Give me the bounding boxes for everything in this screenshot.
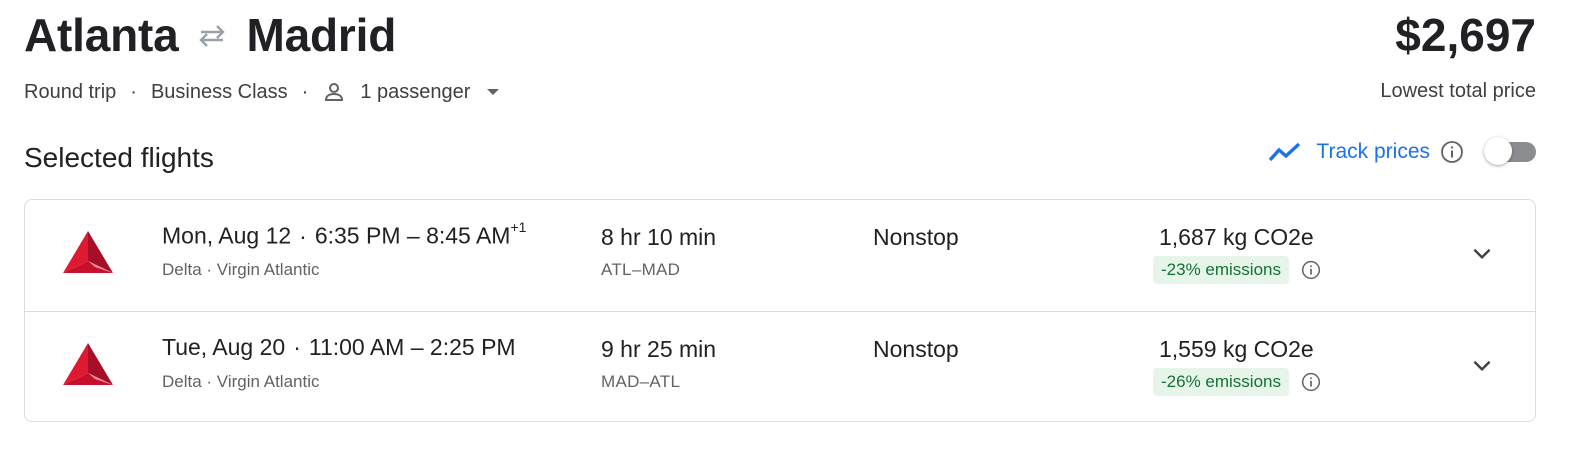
arrive-time: 8:45 AM [426,222,511,249]
time-dash: – [406,222,420,249]
flight-date: Mon, Aug 12 [162,222,292,249]
trending-up-icon [1268,141,1302,163]
flight-times: Tue, Aug 20 · 11:00 AM – 2:25 PM [162,334,516,361]
route-title: Atlanta Madrid [24,8,396,62]
flight-duration: 8 hr 10 min [601,224,717,250]
track-prices-label[interactable]: Track prices [1316,140,1430,164]
co2-emissions: 1,687 kg CO2e [1159,224,1314,250]
time-separator: · [293,334,301,360]
chevron-down-icon[interactable] [1469,240,1495,266]
emissions-info: -23% emissions [1153,256,1321,284]
passenger-count: 1 passenger [360,80,471,103]
airline-names: Delta · Virgin Atlantic [162,260,320,279]
co2-emissions: 1,559 kg CO2e [1159,336,1314,362]
track-prices-toggle[interactable] [1484,137,1536,165]
info-icon[interactable] [1301,372,1321,392]
toggle-knob [1484,137,1512,165]
person-icon [322,80,346,104]
delta-logo [61,342,115,386]
emissions-info: -26% emissions [1153,368,1321,396]
time-dash: – [410,334,424,360]
airport-codes: MAD–ATL [601,372,681,391]
flight-row[interactable]: Tue, Aug 20 · 11:00 AM – 2:25 PM Delta · V… [25,311,1535,421]
arrive-time: 2:25 PM [429,334,516,360]
separator-dot: · [301,80,309,103]
origin-city: Atlanta [24,9,179,61]
chevron-down-icon[interactable] [1469,352,1495,378]
cabin-class: Business Class [150,80,288,103]
track-prices: Track prices [1268,137,1536,165]
flight-times: Mon, Aug 12 · 6:35 PM – 8:45 AM+1 [162,219,527,250]
separator-dot: · [130,80,137,103]
destination-city: Madrid [246,9,397,61]
flight-row[interactable]: Mon, Aug 12 · 6:35 PM – 8:45 AM+1 Delta · … [25,200,1535,311]
delta-logo [61,230,115,274]
stops: Nonstop [873,224,959,250]
flight-date: Tue, Aug 20 [162,334,286,360]
day-offset: +1 [510,219,527,235]
depart-time: 11:00 AM [308,334,405,360]
depart-time: 6:35 PM [314,222,401,249]
emissions-badge: -23% emissions [1153,256,1289,284]
info-icon[interactable] [1301,260,1321,280]
flight-duration: 9 hr 25 min [601,336,717,362]
time-separator: · [299,222,307,249]
trip-meta: Round trip · Business Class · 1 passenge… [24,80,500,104]
airline-names: Delta · Virgin Atlantic [162,372,320,391]
total-price-label: Lowest total price [1380,80,1536,102]
trip-type: Round trip [24,80,117,103]
airport-codes: ATL–MAD [601,260,681,279]
passenger-selector[interactable]: 1 passenger [322,80,500,104]
selected-flights-card: Mon, Aug 12 · 6:35 PM – 8:45 AM+1 Delta · … [24,199,1536,422]
stops: Nonstop [873,336,959,362]
total-price: $2,697 [1395,9,1536,61]
swap-arrows-icon [195,23,229,47]
caret-down-icon [486,88,500,96]
info-icon[interactable] [1440,140,1464,164]
section-title: Selected flights [24,142,214,173]
emissions-badge: -26% emissions [1153,368,1289,396]
